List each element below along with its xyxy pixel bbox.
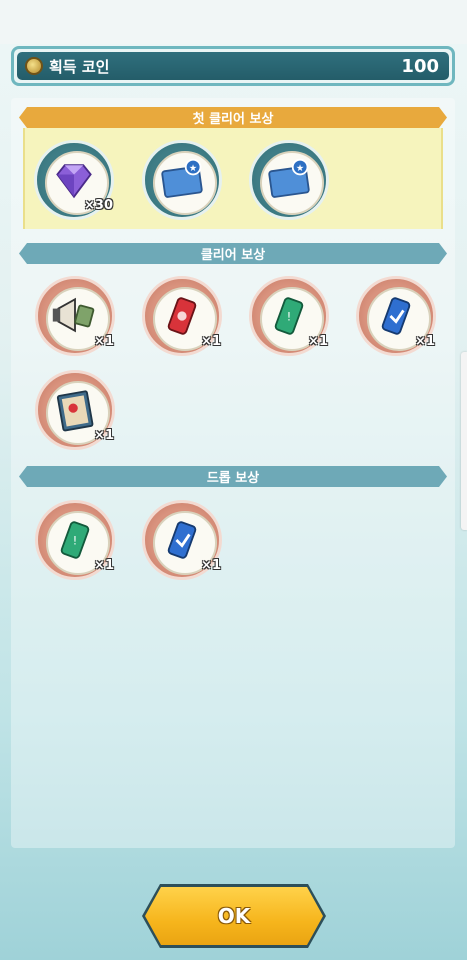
reward-qty: ×30 <box>84 198 113 213</box>
coin-value: 100 <box>401 55 439 77</box>
first-clear-header: 첫 클리어 보상 <box>19 107 447 128</box>
reward-purple-gem[interactable]: ×30 <box>34 140 114 220</box>
top-strip <box>0 0 467 44</box>
reward-qty: ×1 <box>94 428 114 443</box>
reward-qty: ×1 <box>94 334 114 349</box>
svg-text:★: ★ <box>296 163 304 174</box>
star-map-icon: ★ <box>161 158 203 198</box>
reward-megaphone[interactable]: ×1 <box>35 276 115 356</box>
reward-blue-can[interactable]: ×1 <box>142 500 222 580</box>
reward-qty: ×1 <box>415 334 435 349</box>
reward-blue-can[interactable]: ×1 <box>356 276 436 356</box>
svg-text:!: ! <box>73 535 77 548</box>
reward-qty: ×1 <box>201 558 221 573</box>
reward-star-map[interactable]: ★ <box>142 140 222 220</box>
star-map-icon: ★ <box>268 158 310 198</box>
reward-book[interactable]: ×1 <box>35 370 115 450</box>
svg-text:!: ! <box>287 311 291 324</box>
ok-button-label: OK <box>145 887 323 945</box>
reward-qty: ×1 <box>201 334 221 349</box>
svg-text:★: ★ <box>189 163 197 174</box>
drop-reward-header: 드롭 보상 <box>19 466 447 487</box>
coin-label: 획득 코인 <box>49 57 110 76</box>
coin-bar: 획득 코인 100 <box>11 46 455 86</box>
reward-qty: ×1 <box>94 558 114 573</box>
coin-icon <box>25 57 43 75</box>
reward-star-map[interactable]: ★ <box>249 140 329 220</box>
reward-qty: ×1 <box>308 334 328 349</box>
reward-red-can[interactable]: ×1 <box>142 276 222 356</box>
clear-reward-header: 클리어 보상 <box>19 243 447 264</box>
reward-green-can[interactable]: ! ×1 <box>249 276 329 356</box>
ok-button[interactable]: OK <box>142 884 326 948</box>
reward-green-can[interactable]: ! ×1 <box>35 500 115 580</box>
scrollbar-thumb[interactable] <box>461 352 467 530</box>
